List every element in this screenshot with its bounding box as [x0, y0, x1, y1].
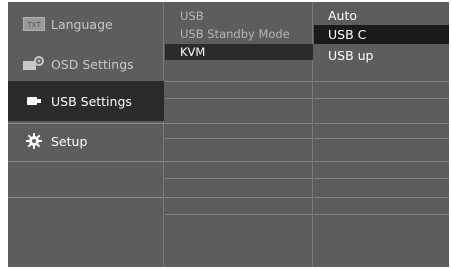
divider — [314, 123, 449, 124]
sub-item-usb-standby-mode[interactable]: USB Standby Mode — [165, 26, 313, 42]
divider — [8, 197, 164, 198]
divider — [165, 161, 313, 162]
option-usb-up[interactable]: USB up — [314, 46, 449, 65]
osd-menu: TXT Language OSD Settings USB Settings S… — [8, 2, 449, 267]
svg-text:TXT: TXT — [26, 21, 41, 29]
menu-item-label: OSD Settings — [51, 56, 134, 72]
divider — [165, 81, 313, 82]
menu-item-usb-settings[interactable]: USB Settings — [8, 81, 164, 121]
usb-plug-icon — [23, 93, 45, 109]
divider — [314, 161, 449, 162]
osd-settings-icon — [23, 56, 45, 72]
divider — [165, 138, 313, 139]
divider — [314, 214, 449, 215]
divider — [314, 98, 449, 99]
menu-item-label: Language — [51, 16, 113, 32]
divider — [314, 178, 449, 179]
gear-icon — [23, 133, 45, 149]
menu-item-osd-settings[interactable]: OSD Settings — [8, 44, 164, 84]
menu-item-label: Setup — [51, 133, 88, 149]
option-usb-c[interactable]: USB C — [314, 25, 449, 44]
menu-item-setup[interactable]: Setup — [8, 121, 164, 161]
divider — [314, 138, 449, 139]
divider — [8, 161, 164, 162]
options-list: Auto USB C USB up — [314, 2, 449, 267]
divider — [165, 98, 313, 99]
divider — [314, 197, 449, 198]
sub-menu: USB USB Standby Mode KVM — [165, 2, 313, 267]
sub-item-kvm[interactable]: KVM — [165, 44, 313, 60]
option-auto[interactable]: Auto — [314, 6, 449, 25]
menu-item-language[interactable]: TXT Language — [8, 4, 164, 44]
menu-item-label: USB Settings — [51, 93, 132, 109]
divider — [165, 214, 313, 215]
divider — [165, 197, 313, 198]
divider — [165, 123, 313, 124]
sub-item-usb[interactable]: USB — [165, 8, 313, 24]
main-menu: TXT Language OSD Settings USB Settings S… — [8, 2, 164, 267]
txt-language-icon: TXT — [23, 16, 45, 32]
divider — [314, 81, 449, 82]
divider — [165, 178, 313, 179]
